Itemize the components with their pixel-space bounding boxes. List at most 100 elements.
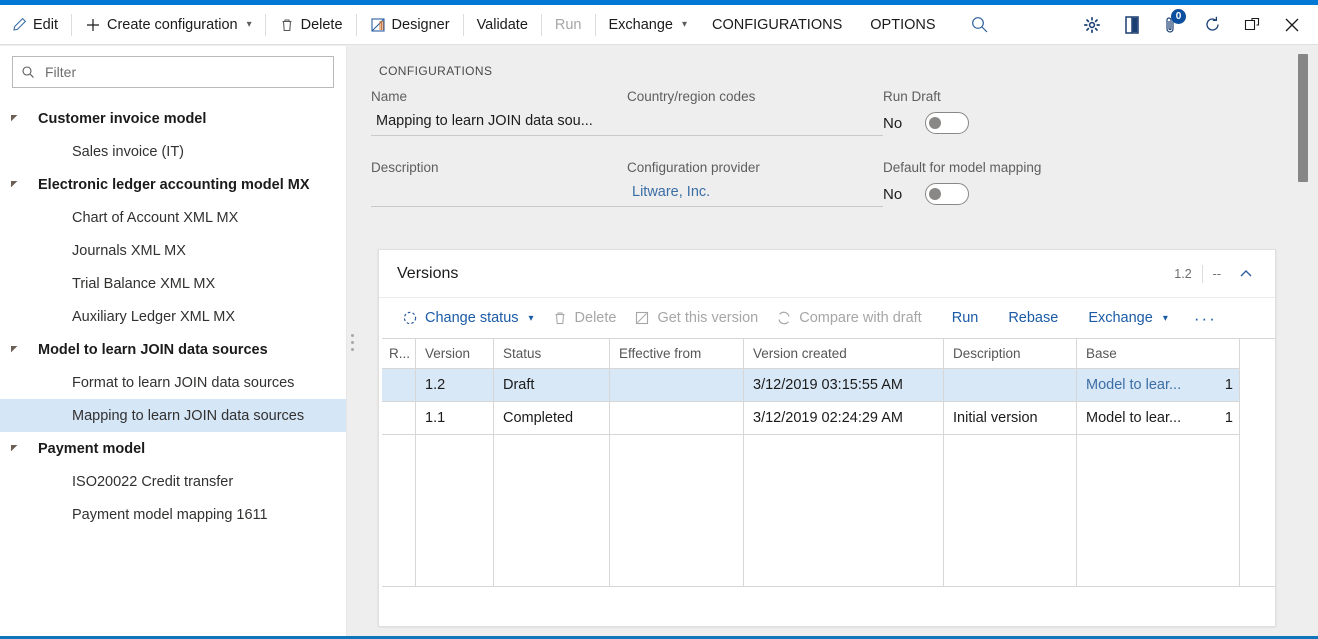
sidebar-tree-item[interactable]: Format to learn JOIN data sources [0,366,346,399]
trash-icon [552,310,568,326]
get-this-version-button: Get this version [625,301,767,335]
fields-row: Name Mapping to learn JOIN data sou... D… [357,82,1318,207]
sidebar-tree-item-label: Format to learn JOIN data sources [72,374,295,391]
chevron-up-icon[interactable] [1231,259,1261,289]
empty-grid-cell [610,435,744,587]
configuration-provider-field[interactable]: Litware, Inc. [627,177,883,207]
column-header-version[interactable]: Version [416,339,494,369]
command-bar: Edit Create configuration ▾ Delete Desig… [0,5,1318,45]
sidebar-tree-item[interactable]: ISO20022 Credit transfer [0,465,346,498]
sidebar-tree-item[interactable]: Electronic ledger accounting model MX [0,168,346,201]
expand-collapse-arrow-icon[interactable] [10,345,30,354]
column-header-description[interactable]: Description [944,339,1077,369]
country-region-codes-label: Country/region codes [627,89,756,104]
main-content: CONFIGURATIONS Name Mapping to learn JOI… [357,46,1318,639]
cell-version-created[interactable]: 3/12/2019 02:24:29 AM [744,402,944,435]
empty-grid-cell [382,435,416,587]
version-delete-button: Delete [543,301,626,335]
tab-options[interactable]: OPTIONS [856,5,949,45]
splitter-handle-dots [350,334,354,351]
overflow-menu-button[interactable]: ··· [1185,301,1226,335]
sidebar-tree-item[interactable]: Model to learn JOIN data sources [0,333,346,366]
rebase-button[interactable]: Rebase [999,301,1067,335]
expand-collapse-arrow-icon[interactable] [10,114,30,123]
run-draft-value: No [883,114,903,132]
designer-button[interactable]: Designer [359,5,461,45]
name-field[interactable]: Mapping to learn JOIN data sou... [371,106,627,136]
close-icon[interactable] [1272,5,1312,45]
help-book-icon[interactable] [1112,5,1152,45]
cell-version[interactable]: 1.1 [416,402,494,435]
panel-splitter[interactable] [347,46,357,639]
chevron-down-icon: ▾ [1162,312,1168,324]
sidebar-tree-item-label: Payment model [38,440,146,457]
exchange-button[interactable]: Exchange ▾ [598,5,699,45]
refresh-icon[interactable] [1192,5,1232,45]
description-field[interactable] [371,177,627,207]
version-exchange-button[interactable]: Exchange ▾ [1079,301,1177,335]
sidebar-tree-item[interactable]: Customer invoice model [0,102,346,135]
sidebar-tree-item[interactable]: Sales invoice (IT) [0,135,346,168]
tab-configurations[interactable]: CONFIGURATIONS [698,5,856,45]
column-header-effective-from[interactable]: Effective from [610,339,744,369]
sidebar-tree-item-label: Auxiliary Ledger XML MX [72,308,236,325]
cell-status[interactable]: Draft [494,369,610,402]
sidebar-tree-item[interactable]: Mapping to learn JOIN data sources [0,399,346,432]
expand-collapse-arrow-icon[interactable] [10,180,30,189]
overflow-dots-icon: ··· [1193,308,1217,328]
sidebar-tree-item[interactable]: Trial Balance XML MX [0,267,346,300]
change-status-icon [402,310,418,326]
attachments-icon[interactable]: 0 [1152,5,1192,45]
cell-row-indicator[interactable] [382,369,416,402]
sidebar-tree-item-label: Chart of Account XML MX [72,209,239,226]
base-link[interactable]: Model to lear... [1086,369,1213,401]
column-header-version-created[interactable]: Version created [744,339,944,369]
run-draft-label: Run Draft [883,89,941,104]
divider [594,13,596,36]
cell-status[interactable]: Completed [494,402,610,435]
change-status-button[interactable]: Change status ▾ [393,301,543,335]
cell-effective-from[interactable] [610,369,744,402]
content-scrollbar[interactable] [1298,54,1308,630]
table-row[interactable]: 1.2 Draft 3/12/2019 03:15:55 AM Model to le… [382,369,1275,402]
cell-description[interactable]: Initial version [944,402,1077,435]
edit-button[interactable]: Edit [0,5,69,45]
column-header-row-indicator[interactable]: R... [382,339,416,369]
validate-button[interactable]: Validate [466,5,539,45]
sidebar-tree-item[interactable]: Journals XML MX [0,234,346,267]
sidebar-tree-item[interactable]: Payment model mapping 1611 [0,498,346,531]
default-for-model-mapping-toggle[interactable] [925,183,969,205]
cell-effective-from[interactable] [610,402,744,435]
versions-grid: R... Version Status Effective from Version c… [382,338,1275,587]
country-region-codes-field[interactable] [627,106,883,136]
sidebar-tree-item[interactable]: Payment model [0,432,346,465]
sidebar-tree-item-label: Payment model mapping 1611 [72,506,268,523]
cell-version[interactable]: 1.2 [416,369,494,402]
search-icon[interactable] [960,5,1000,45]
column-header-base[interactable]: Base [1077,339,1240,369]
compare-icon [776,310,792,326]
divider [71,13,72,36]
content-scrollbar-thumb[interactable] [1298,54,1308,182]
sidebar-tree-item[interactable]: Chart of Account XML MX [0,201,346,234]
column-header-status[interactable]: Status [494,339,610,369]
create-configuration-button[interactable]: Create configuration ▾ [74,5,263,45]
filter-box[interactable] [12,56,334,88]
cell-row-indicator[interactable] [382,402,416,435]
filter-input[interactable] [43,58,325,86]
delete-button[interactable]: Delete [268,5,354,45]
cell-base[interactable]: Model to lear... 1 [1077,369,1240,402]
application-window: Edit Create configuration ▾ Delete Desig… [0,0,1318,639]
table-row[interactable]: 1.1 Completed 3/12/2019 02:24:29 AM Initial… [382,402,1275,435]
expand-collapse-arrow-icon[interactable] [10,444,30,453]
cell-version-created[interactable]: 3/12/2019 03:15:55 AM [744,369,944,402]
sidebar-tree-item[interactable]: Auxiliary Ledger XML MX [0,300,346,333]
versions-grid-body: 1.2 Draft 3/12/2019 03:15:55 AM Model to le… [382,369,1275,435]
version-run-button[interactable]: Run [943,301,988,335]
chevron-down-icon: ▾ [528,312,534,324]
settings-gear-icon[interactable] [1072,5,1112,45]
open-in-new-window-icon[interactable] [1232,5,1272,45]
run-draft-toggle[interactable] [925,112,969,134]
cell-base[interactable]: Model to lear... 1 [1077,402,1240,435]
cell-description[interactable] [944,369,1077,402]
